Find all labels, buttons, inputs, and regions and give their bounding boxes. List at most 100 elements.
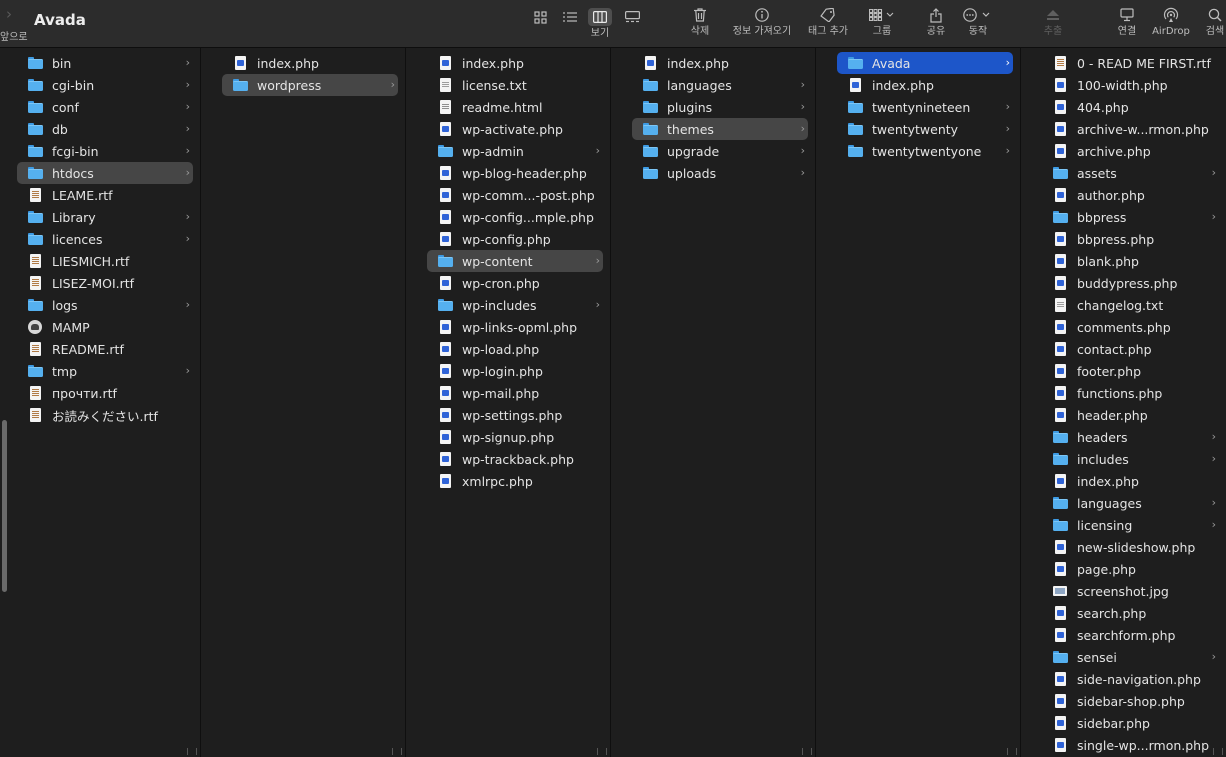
file-item[interactable]: sidebar.php (1035, 712, 1226, 734)
folder-item[interactable]: licensing › (1035, 514, 1226, 536)
file-item[interactable]: side-navigation.php (1035, 668, 1226, 690)
file-item[interactable]: README.rtf (10, 338, 200, 360)
file-item[interactable]: page.php (1035, 558, 1226, 580)
folder-item[interactable]: twentytwenty › (830, 118, 1020, 140)
file-item[interactable]: wp-trackback.php (420, 448, 610, 470)
connect-button[interactable]: 연결 (1112, 4, 1142, 37)
file-item[interactable]: 100-width.php (1035, 74, 1226, 96)
folder-item[interactable]: languages › (625, 74, 815, 96)
file-item[interactable]: wp-comm...-post.php (420, 184, 610, 206)
folder-item[interactable]: bbpress › (1035, 206, 1226, 228)
folder-item[interactable]: upgrade › (625, 140, 815, 162)
folder-item[interactable]: themes › (625, 118, 815, 140)
file-item[interactable]: wp-config...mple.php (420, 206, 610, 228)
folder-item[interactable]: htdocs › (10, 162, 200, 184)
forward-arrow-icon[interactable]: › (6, 5, 12, 23)
file-item[interactable]: readme.html (420, 96, 610, 118)
file-item[interactable]: wp-settings.php (420, 404, 610, 426)
folder-item[interactable]: sensei › (1035, 646, 1226, 668)
column-resize-handle[interactable] (597, 748, 607, 755)
file-item[interactable]: functions.php (1035, 382, 1226, 404)
file-item[interactable]: LEAME.rtf (10, 184, 200, 206)
file-item[interactable]: archive-w...rmon.php (1035, 118, 1226, 140)
folder-item[interactable]: conf › (10, 96, 200, 118)
folder-item[interactable]: bin › (10, 52, 200, 74)
file-item[interactable]: wp-mail.php (420, 382, 610, 404)
file-item[interactable]: LIESMICH.rtf (10, 250, 200, 272)
column-resize-handle[interactable] (1213, 748, 1223, 755)
folder-item[interactable]: assets › (1035, 162, 1226, 184)
file-item[interactable]: contact.php (1035, 338, 1226, 360)
file-item[interactable]: wp-login.php (420, 360, 610, 382)
folder-item[interactable]: wp-includes › (420, 294, 610, 316)
eject-button[interactable]: 추출 (1040, 4, 1066, 37)
column-resize-handle[interactable] (1007, 748, 1017, 755)
file-item[interactable]: wp-blog-header.php (420, 162, 610, 184)
folder-item[interactable]: twentytwentyone › (830, 140, 1020, 162)
folder-item[interactable]: uploads › (625, 162, 815, 184)
file-item[interactable]: wp-links-opml.php (420, 316, 610, 338)
file-item[interactable]: wp-load.php (420, 338, 610, 360)
folder-item[interactable]: plugins › (625, 96, 815, 118)
file-item[interactable]: MAMP (10, 316, 200, 338)
file-item[interactable]: archive.php (1035, 140, 1226, 162)
file-item[interactable]: comments.php (1035, 316, 1226, 338)
folder-item[interactable]: twentynineteen › (830, 96, 1020, 118)
folder-item[interactable]: headers › (1035, 426, 1226, 448)
group-button[interactable]: 그룹 (864, 4, 900, 37)
file-item[interactable]: searchform.php (1035, 624, 1226, 646)
file-item[interactable]: wp-activate.php (420, 118, 610, 140)
column-resize-handle[interactable] (392, 748, 402, 755)
file-item[interactable]: 0 - READ ME FIRST.rtf (1035, 52, 1226, 74)
file-item[interactable]: sidebar-shop.php (1035, 690, 1226, 712)
folder-item[interactable]: tmp › (10, 360, 200, 382)
file-item[interactable]: header.php (1035, 404, 1226, 426)
folder-item[interactable]: Library › (10, 206, 200, 228)
file-item[interactable]: xmlrpc.php (420, 470, 610, 492)
gallery-view-button[interactable] (620, 8, 644, 26)
file-item[interactable]: changelog.txt (1035, 294, 1226, 316)
airdrop-button[interactable]: AirDrop (1150, 4, 1192, 37)
folder-item[interactable]: languages › (1035, 492, 1226, 514)
file-item[interactable]: footer.php (1035, 360, 1226, 382)
folder-item[interactable]: wp-admin › (420, 140, 610, 162)
column-view-button[interactable]: 보기 (576, 6, 624, 39)
file-item[interactable]: buddypress.php (1035, 272, 1226, 294)
file-item[interactable]: wp-signup.php (420, 426, 610, 448)
file-item[interactable]: index.php (420, 52, 610, 74)
search-button[interactable]: 검색 (1200, 4, 1226, 37)
file-item[interactable]: index.php (215, 52, 405, 74)
file-item[interactable]: index.php (830, 74, 1020, 96)
share-button[interactable]: 공유 (922, 4, 950, 37)
file-item[interactable]: 404.php (1035, 96, 1226, 118)
folder-item[interactable]: wp-content › (420, 250, 610, 272)
add-tag-button[interactable]: 태그 추가 (806, 4, 850, 37)
file-item[interactable]: index.php (625, 52, 815, 74)
folder-item[interactable]: wordpress › (215, 74, 405, 96)
file-item[interactable]: прочти.rtf (10, 382, 200, 404)
file-item[interactable]: LISEZ-MOI.rtf (10, 272, 200, 294)
folder-item[interactable]: logs › (10, 294, 200, 316)
file-item[interactable]: license.txt (420, 74, 610, 96)
file-item[interactable]: author.php (1035, 184, 1226, 206)
column-resize-handle[interactable] (802, 748, 812, 755)
file-item[interactable]: new-slideshow.php (1035, 536, 1226, 558)
action-button[interactable]: 동작 (960, 4, 996, 37)
file-item[interactable]: screenshot.jpg (1035, 580, 1226, 602)
file-item[interactable]: bbpress.php (1035, 228, 1226, 250)
file-item[interactable]: index.php (1035, 470, 1226, 492)
file-item[interactable]: single-wp...rmon.php (1035, 734, 1226, 756)
file-item[interactable]: search.php (1035, 602, 1226, 624)
file-item[interactable]: wp-config.php (420, 228, 610, 250)
file-item[interactable]: お読みください.rtf (10, 404, 200, 426)
get-info-button[interactable]: 정보 가져오기 (730, 4, 794, 37)
folder-item[interactable]: includes › (1035, 448, 1226, 470)
folder-item[interactable]: Avada › (830, 52, 1020, 74)
folder-item[interactable]: fcgi-bin › (10, 140, 200, 162)
file-item[interactable]: blank.php (1035, 250, 1226, 272)
folder-item[interactable]: db › (10, 118, 200, 140)
column-resize-handle[interactable] (187, 748, 197, 755)
folder-item[interactable]: cgi-bin › (10, 74, 200, 96)
delete-button[interactable]: 삭제 (684, 4, 716, 37)
icon-view-button[interactable] (528, 8, 552, 26)
